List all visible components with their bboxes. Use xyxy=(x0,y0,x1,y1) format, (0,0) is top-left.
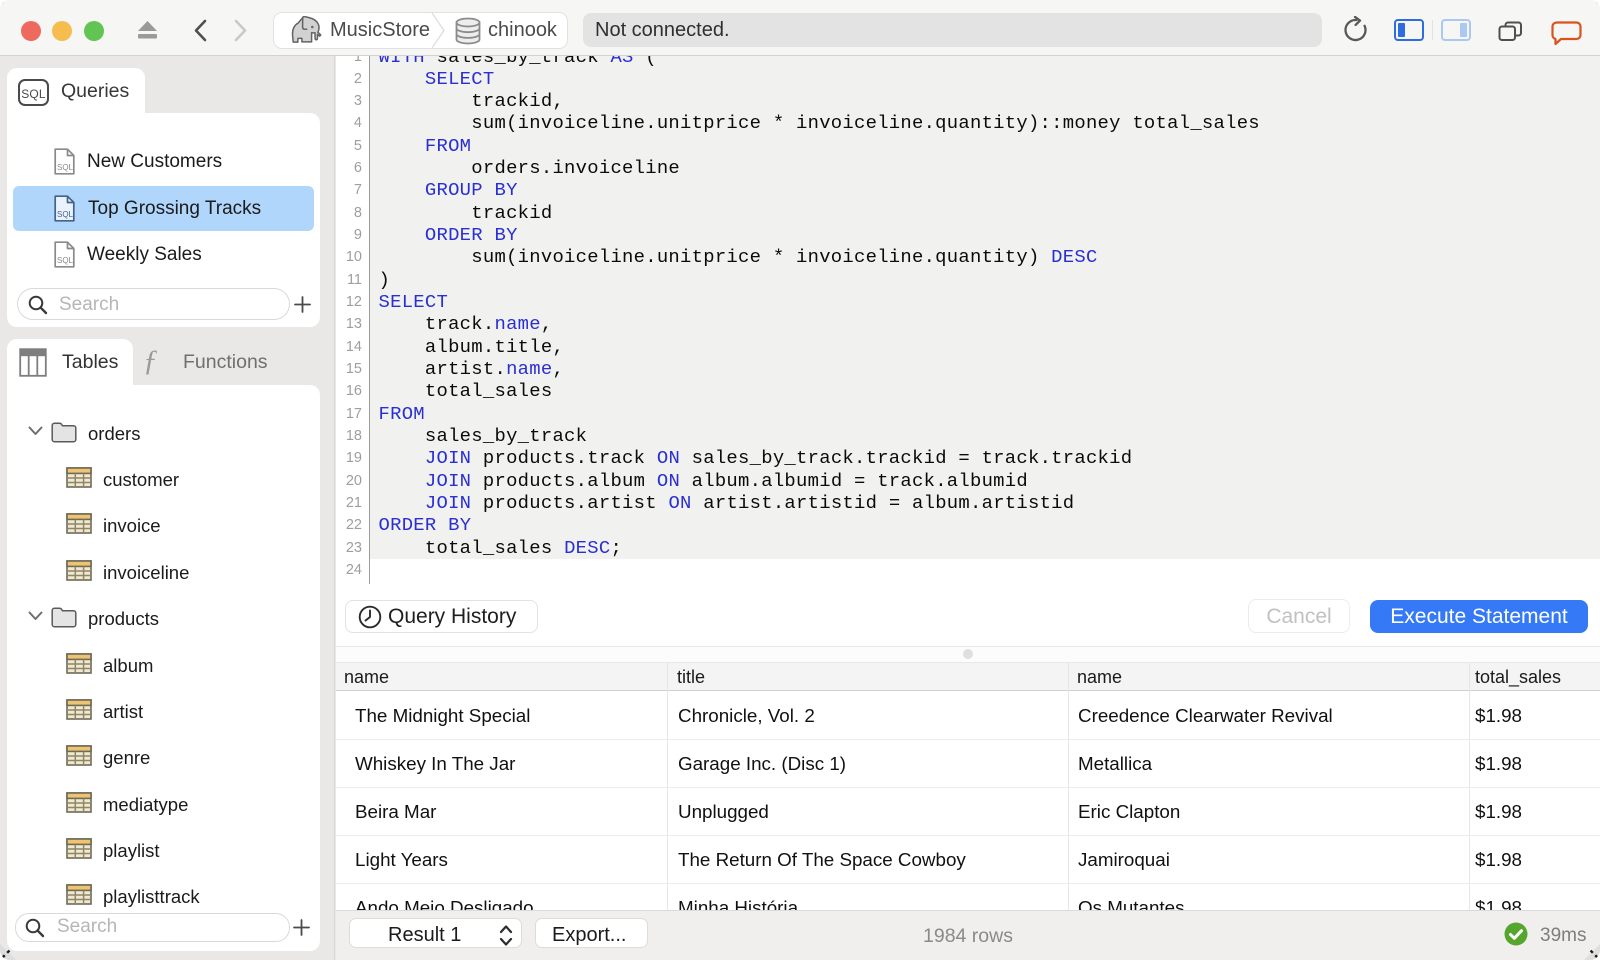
svg-text:SQL: SQL xyxy=(57,210,74,219)
svg-text:SQL: SQL xyxy=(57,256,74,265)
svg-text:SQL: SQL xyxy=(57,163,74,172)
